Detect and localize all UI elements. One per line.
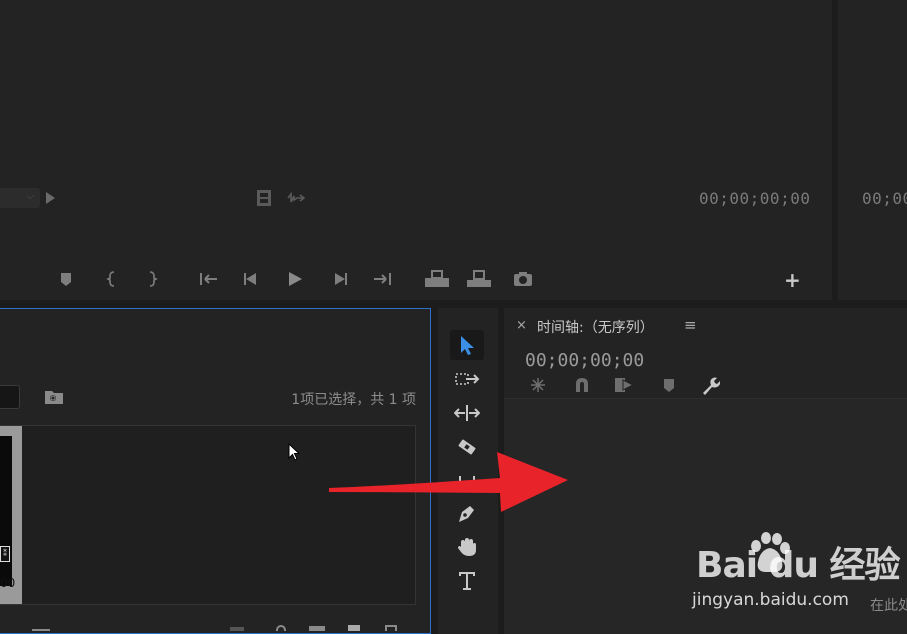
second-monitor-timecode[interactable]: 00;00 [862, 189, 907, 208]
baidu-url: jingyan.baidu.com [692, 590, 849, 610]
in-point-icon[interactable] [101, 269, 123, 289]
red-arrow-annotation [325, 448, 575, 518]
audio-waveform-icon[interactable] [287, 192, 305, 204]
timeline-timecode[interactable]: 00;00;00;00 [525, 350, 644, 371]
mouse-cursor-icon [288, 443, 300, 461]
clip-preview [0, 436, 12, 586]
go-to-out-icon[interactable] [371, 269, 393, 289]
add-button-icon[interactable]: + [784, 268, 801, 292]
panel-menu-icon[interactable]: ≡ [684, 316, 697, 334]
find-icon[interactable] [44, 389, 64, 405]
selection-count: 1项已选择，共 1 项 [291, 392, 416, 408]
export-frame-icon[interactable] [512, 269, 534, 289]
clip-duration: 00 [0, 576, 16, 590]
search-input[interactable] [0, 385, 20, 409]
trash-icon[interactable] [385, 625, 397, 631]
step-back-icon[interactable] [240, 269, 262, 289]
list-view-icon[interactable] [32, 629, 50, 631]
go-to-in-icon[interactable] [198, 269, 220, 289]
film-icon[interactable] [257, 190, 271, 206]
clip-thumbnail[interactable]: ⁑ 00 [0, 426, 22, 604]
new-item-icon[interactable] [348, 625, 360, 631]
overwrite-icon[interactable] [466, 269, 492, 289]
magnet-icon[interactable] [572, 376, 592, 394]
chevron-down-icon: ⌵ [26, 191, 34, 202]
hand-tool-icon[interactable] [450, 532, 484, 562]
timeline-tab-title[interactable]: 时间轴:（无序列） [537, 317, 654, 337]
selection-tool-icon[interactable] [450, 330, 484, 360]
clip-type-icon: ⁑ [0, 546, 10, 562]
track-select-tool-icon[interactable] [450, 364, 484, 394]
marker-icon[interactable] [55, 269, 77, 289]
new-bin-icon[interactable] [309, 626, 325, 631]
playhead-timecode[interactable]: 00;00;00;00 [699, 189, 810, 208]
add-marker-icon[interactable] [662, 376, 676, 394]
sort-icon[interactable] [230, 627, 244, 631]
type-tool-icon[interactable] [450, 566, 484, 596]
play-icon[interactable] [284, 269, 306, 289]
baidu-logo-text: Bai du 经验 [696, 545, 901, 586]
find-bin-icon[interactable] [276, 625, 286, 631]
second-monitor: 00;00 [838, 0, 907, 300]
out-point-icon[interactable] [141, 269, 163, 289]
ripple-edit-tool-icon[interactable] [450, 398, 484, 428]
insert-icon[interactable] [424, 269, 450, 289]
step-forward-icon[interactable] [329, 269, 351, 289]
play-small-icon[interactable] [46, 192, 55, 204]
settings-wrench-icon[interactable] [700, 376, 720, 396]
snap-icon[interactable] [528, 376, 548, 394]
baidu-watermark: Bai du 经验 jingyan.baidu.com [692, 532, 901, 612]
close-icon[interactable]: × [516, 318, 527, 333]
zoom-dropdown[interactable]: ⌵ [0, 188, 40, 208]
linked-selection-icon[interactable] [614, 376, 634, 394]
program-monitor: ⌵ 00;00;00;00 + [0, 0, 832, 300]
